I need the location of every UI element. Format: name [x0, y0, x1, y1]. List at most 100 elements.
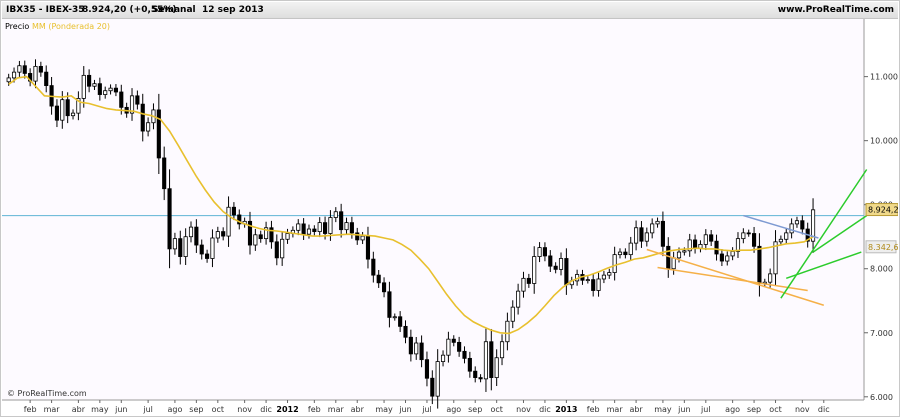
candle-body [371, 258, 376, 276]
candle-body [537, 247, 542, 257]
candle-body [634, 227, 639, 244]
x-tick-label: abr [72, 405, 86, 414]
x-tick-label: nov [237, 405, 252, 414]
candle-body [339, 211, 344, 231]
candle-body [494, 357, 499, 378]
x-tick-label: jul [142, 405, 153, 414]
candle-body [483, 341, 489, 380]
candle-body [666, 245, 671, 270]
candle-body [757, 245, 762, 284]
x-tick-label: abr [629, 405, 643, 414]
candle-body [306, 228, 312, 235]
candle-body [612, 254, 617, 273]
candle-body [296, 223, 301, 231]
candle-body [446, 338, 451, 356]
candle-body [462, 350, 467, 359]
candle-body [703, 234, 708, 245]
x-tick-label: dic [539, 405, 551, 414]
x-tick-label: ago [167, 405, 182, 414]
candle-body [778, 238, 783, 243]
chart-area: 6.0007.0008.0009.00010.00011.000febmarab… [2, 19, 900, 419]
candle-body [215, 231, 220, 239]
x-tick-label: feb [308, 405, 321, 414]
candle-body [360, 235, 365, 241]
candle-body [623, 251, 628, 256]
candle-body [167, 188, 172, 250]
site-label: www.ProRealTime.com [777, 5, 894, 15]
candle-body [92, 83, 97, 87]
candle-body [285, 233, 290, 240]
candle-body [108, 87, 113, 92]
candle-body [381, 282, 387, 293]
candle-body [258, 234, 263, 240]
candle-body [526, 277, 531, 284]
candle-body [709, 234, 714, 242]
candle-body [210, 237, 215, 259]
x-tick-label: jun [398, 405, 411, 414]
candle-body [682, 250, 687, 253]
x-tick-label: may [375, 405, 393, 414]
candle-body [473, 370, 478, 378]
candle-body [65, 99, 70, 117]
candle-body [140, 103, 145, 132]
candle-body [376, 274, 381, 284]
candle-body [693, 239, 698, 249]
candle-body [11, 71, 17, 79]
y-tick-label: 6.000 [870, 393, 893, 402]
x-tick-label: dic [260, 405, 272, 414]
price-chart[interactable]: 6.0007.0008.0009.00010.00011.000febmarab… [2, 19, 900, 415]
candle-body [312, 228, 317, 232]
candle-body [333, 211, 338, 218]
candle-body [730, 251, 735, 257]
x-tick-label: jun [114, 405, 127, 414]
date-label: 12 sep 2013 [202, 5, 264, 15]
candle-body [17, 65, 22, 73]
candle-body [135, 95, 140, 105]
x-tick-label: mar [607, 405, 624, 414]
x-tick-label: oct [490, 405, 502, 414]
candle-body [650, 223, 655, 234]
candle-body [601, 274, 606, 280]
candle-body [628, 242, 633, 256]
candle-body [735, 238, 741, 252]
candle-body [725, 255, 730, 262]
x-tick-label: may [654, 405, 672, 414]
candle-body [199, 244, 204, 255]
x-tick-label: abr [351, 405, 365, 414]
last-price-badge-text: 8.924,20 [868, 206, 898, 215]
candle-body [387, 291, 392, 318]
candle-body [719, 253, 724, 262]
candle-body [784, 232, 789, 240]
candle-body [33, 65, 38, 82]
candle-body [392, 316, 397, 319]
x-tick-label: 2012 [276, 405, 298, 414]
candle-body [323, 222, 328, 234]
candle-body [768, 273, 773, 283]
x-tick-label: mar [44, 405, 61, 414]
candle-body [516, 290, 521, 308]
candle-body [752, 233, 757, 247]
candle-body [328, 217, 333, 234]
candle-body [419, 342, 424, 361]
candle-body [60, 99, 65, 121]
candle-body [564, 258, 569, 286]
x-tick-label: sep [189, 405, 203, 414]
x-tick-label: mar [328, 405, 345, 414]
candle-body [317, 222, 322, 232]
candle-body [253, 234, 258, 246]
candle-body [178, 238, 183, 257]
x-tick-label: sep [468, 405, 482, 414]
candle-body [617, 251, 623, 256]
chart-frame: IBX35 - IBEX-35 8.924,20 (+0,55%) Semana… [0, 0, 900, 417]
x-tick-label: may [91, 405, 109, 414]
candle-body [478, 377, 483, 380]
x-tick-label: oct [212, 405, 224, 414]
candle-body [280, 238, 285, 259]
candle-body [162, 157, 167, 190]
x-tick-label: feb [587, 405, 600, 414]
candle-body [22, 65, 27, 74]
y-tick-label: 8.000 [870, 265, 893, 274]
candle-body [81, 74, 86, 99]
candle-body [301, 223, 306, 235]
candle-body [274, 241, 279, 259]
